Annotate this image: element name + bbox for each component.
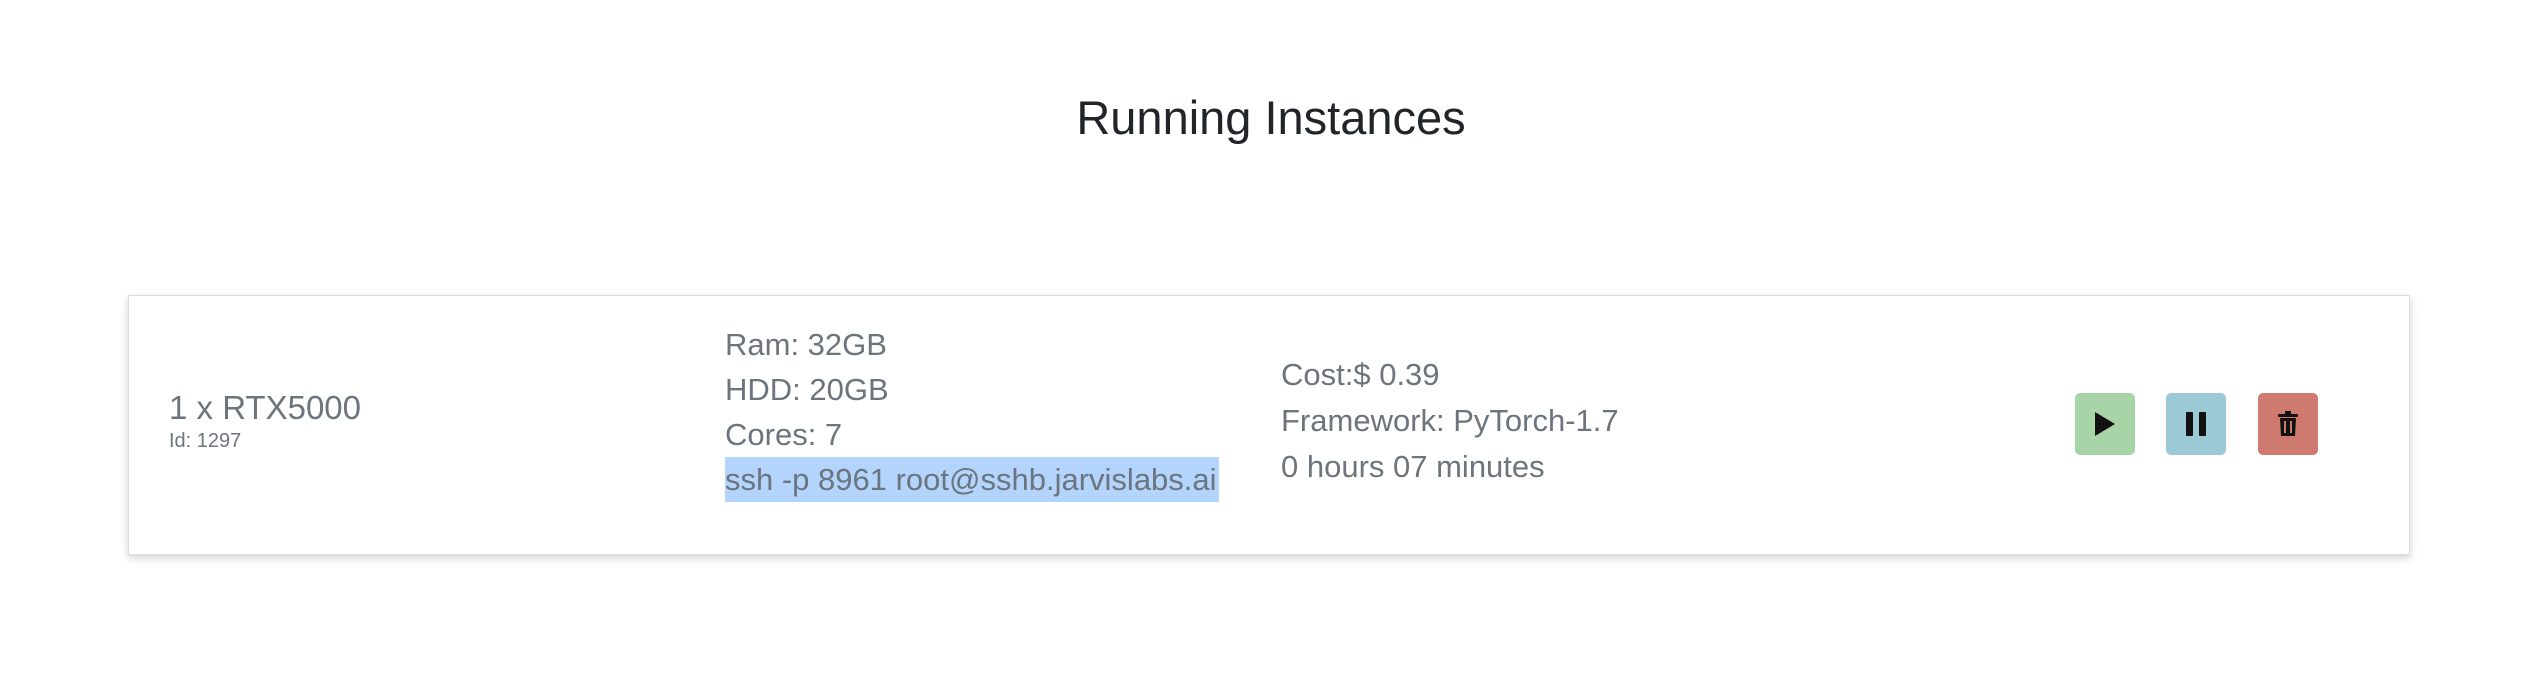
start-button[interactable] [2075,393,2135,455]
cost: Cost:$ 0.39 [1281,357,1440,392]
hdd-spec: HDD: 20GB [725,372,889,407]
billing-info: Cost:$ 0.39 Framework: PyTorch-1.7 0 hou… [1281,352,1619,490]
pause-icon [2186,412,2206,436]
page-title: Running Instances [1076,91,1466,144]
gpu-name: 1 x RTX5000 [169,389,362,426]
framework: Framework: PyTorch-1.7 [1281,403,1619,438]
trash-icon [2278,411,2298,436]
play-icon [2095,412,2115,436]
page: Running Instances 1 x RTX5000 Id: 1297 R… [0,0,2542,678]
ssh-command[interactable]: ssh -p 8961 root@sshb.jarvislabs.ai [725,457,1219,502]
instance-id: Id: 1297 [169,430,242,452]
pause-button[interactable] [2166,393,2226,455]
ram-spec: Ram: 32GB [725,327,887,362]
cores-spec: Cores: 7 [725,417,843,452]
uptime: 0 hours 07 minutes [1281,449,1545,484]
instance-card: 1 x RTX5000 Id: 1297 Ram: 32GB HDD: 20GB… [128,295,2410,555]
delete-button[interactable] [2258,393,2318,455]
specs: Ram: 32GB HDD: 20GB Cores: 7 ssh -p 8961… [725,322,1219,502]
gpu-info: 1 x RTX5000 Id: 1297 [169,388,361,454]
